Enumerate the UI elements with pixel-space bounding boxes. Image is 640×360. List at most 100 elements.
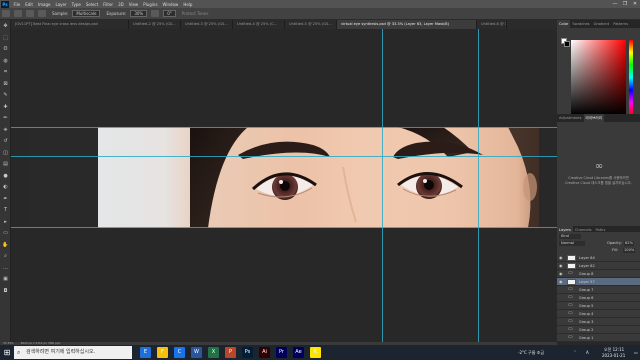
windows-start-icon[interactable]: ⊞ xyxy=(0,345,14,360)
layer-group-row[interactable]: ▭ Group 5 xyxy=(557,302,640,310)
sponge-mode-icon[interactable] xyxy=(38,10,46,17)
taskbar-search-input[interactable]: ⌕ 검색하려면 여기에 입력하십시오. xyxy=(14,346,132,359)
menu-help[interactable]: Help xyxy=(181,2,195,7)
premiere-icon[interactable]: Pr xyxy=(276,347,287,358)
guide-vertical-2[interactable] xyxy=(478,29,479,342)
tab-color[interactable]: Color xyxy=(557,20,571,28)
menu-plugins[interactable]: Plugins xyxy=(141,2,160,7)
gradient-icon[interactable]: ▤ xyxy=(2,161,9,168)
zoom-icon[interactable]: ⌕ xyxy=(2,253,9,260)
menu-window[interactable]: Window xyxy=(160,2,181,7)
tool-preset-icon[interactable] xyxy=(14,10,22,17)
brush-icon[interactable]: ✏ xyxy=(2,115,9,122)
weather-status[interactable]: -2°C 구름 조금 xyxy=(518,350,544,356)
menu-layer[interactable]: Layer xyxy=(53,2,69,7)
frame-icon[interactable]: ⊠ xyxy=(2,81,9,88)
guide-horizontal-1[interactable] xyxy=(11,127,557,128)
quickmask-icon[interactable]: ◘ xyxy=(2,288,9,295)
protect-tones-label[interactable]: Protect Tones xyxy=(182,11,209,16)
chrome-icon[interactable]: C xyxy=(174,347,185,358)
layer-group-row[interactable]: ▭ Group 6 xyxy=(557,294,640,302)
illustrator-icon[interactable]: Ai xyxy=(259,347,270,358)
canvas-area[interactable] xyxy=(11,29,557,342)
sample-select[interactable]: Multiscale xyxy=(72,10,101,17)
healing-icon[interactable]: ✚ xyxy=(2,104,9,111)
marquee-icon[interactable]: ⬚ xyxy=(2,35,9,42)
crop-icon[interactable]: ⌗ xyxy=(2,69,9,76)
eyedropper-icon[interactable]: ✎ xyxy=(2,92,9,99)
eraser-icon[interactable]: ◫ xyxy=(2,150,9,157)
word-icon[interactable]: W xyxy=(191,347,202,358)
layer-row[interactable]: ◉ Layer 64 xyxy=(557,254,640,262)
tab-untitled-4[interactable]: Untitled-4 @ 25% (C... xyxy=(233,20,285,29)
tray-chevron-icon[interactable]: ˄ xyxy=(574,350,576,355)
excel-icon[interactable]: X xyxy=(208,347,219,358)
tab-patterns[interactable]: Patterns xyxy=(611,20,630,28)
menu-view[interactable]: View xyxy=(126,2,141,7)
history-brush-icon[interactable]: ↺ xyxy=(2,138,9,145)
minimize-button[interactable]: — xyxy=(610,0,620,8)
visibility-eye-icon[interactable]: ◉ xyxy=(559,278,564,286)
move-icon[interactable]: ✥ xyxy=(2,23,9,30)
tab-untitled-2[interactable]: Untitled-2 @ 25% (GS... xyxy=(129,20,181,29)
layer-group-row[interactable]: ▭ Group 1 xyxy=(557,334,640,342)
tab-adjustments[interactable]: Adjustments xyxy=(557,114,584,122)
layer-group-row[interactable]: ▭ Group 7 xyxy=(557,286,640,294)
tab-eye-cross-lens[interactable]: [GV11PT] Best Final eye cross lens desig… xyxy=(11,20,129,29)
home-icon[interactable] xyxy=(2,10,10,17)
layer-filter-select[interactable]: Kind xyxy=(559,234,581,239)
layer-row[interactable]: ◉ Layer 57 xyxy=(557,278,640,286)
layer-row[interactable]: ◉ Layer 62 xyxy=(557,262,640,270)
color-field[interactable] xyxy=(571,40,626,115)
hand-icon[interactable]: ✋ xyxy=(2,242,9,249)
blend-mode-select[interactable]: Normal xyxy=(559,241,585,246)
visibility-eye-icon[interactable]: ◉ xyxy=(559,254,564,262)
notification-icon[interactable]: ▭ xyxy=(634,350,638,355)
swatch-icon[interactable]: ▣ xyxy=(2,276,9,283)
shape-icon[interactable]: ▭ xyxy=(2,230,9,237)
quick-select-icon[interactable]: ◍ xyxy=(2,58,9,65)
menu-image[interactable]: Image xyxy=(35,2,53,7)
tab-virtual-eye-synthesis[interactable]: virtual eye synthesis.psd @ 33.3% (Layer… xyxy=(337,20,477,29)
fill-input[interactable]: 100% xyxy=(623,248,636,253)
clock-date[interactable]: 2023-01-21 xyxy=(602,353,625,358)
close-button[interactable]: ✕ xyxy=(630,0,640,8)
angle-input[interactable]: 0° xyxy=(163,10,176,17)
dodge-icon[interactable]: ◐ xyxy=(2,184,9,191)
kakaotalk-icon[interactable]: K xyxy=(310,347,321,358)
menu-3d[interactable]: 3D xyxy=(116,2,127,7)
photoshop-icon[interactable]: Ps xyxy=(242,347,253,358)
tab-untitled-3[interactable]: Untitled-3 @ 25% (GS... xyxy=(181,20,233,29)
guide-horizontal-2[interactable] xyxy=(11,156,557,157)
guide-horizontal-3[interactable] xyxy=(11,227,557,228)
tab-swatches[interactable]: Swatches xyxy=(570,20,591,28)
file-explorer-icon[interactable]: F xyxy=(157,347,168,358)
blur-icon[interactable]: ● xyxy=(2,173,9,180)
layer-group-row[interactable]: ◉ ▭ Group 8 xyxy=(557,270,640,278)
tab-untitled-5[interactable]: Untitled-5 @ 25% (GS... xyxy=(285,20,337,29)
more-icon[interactable]: … xyxy=(2,265,9,272)
tab-libraries[interactable]: 라이브러리 xyxy=(583,114,605,122)
menu-type[interactable]: Type xyxy=(69,2,83,7)
edge-icon[interactable]: E xyxy=(140,347,151,358)
tab-untitled-6[interactable]: Untitled-6 @ 33... xyxy=(477,20,507,29)
opacity-input[interactable]: 62% xyxy=(624,241,634,246)
menu-edit[interactable]: Edit xyxy=(23,2,36,7)
restore-button[interactable]: ❐ xyxy=(620,0,630,8)
visibility-eye-icon[interactable]: ◉ xyxy=(559,270,564,278)
ime-indicator[interactable]: A xyxy=(586,350,589,355)
menu-file[interactable]: File xyxy=(11,2,23,7)
lasso-icon[interactable]: ʘ xyxy=(2,46,9,53)
menu-select[interactable]: Select xyxy=(83,2,100,7)
pen-icon[interactable]: ✒ xyxy=(2,196,9,203)
brush-size-icon[interactable] xyxy=(26,10,34,17)
hue-slider[interactable] xyxy=(629,40,633,115)
menu-filter[interactable]: Filter xyxy=(101,2,116,7)
layer-group-row[interactable]: ▭ Group 3 xyxy=(557,318,640,326)
type-icon[interactable]: T xyxy=(2,207,9,214)
eye-photo-layer[interactable] xyxy=(98,127,539,228)
stamp-icon[interactable]: ⎈ xyxy=(2,127,9,134)
powerpoint-icon[interactable]: P xyxy=(225,347,236,358)
guide-vertical-1[interactable] xyxy=(382,29,383,342)
visibility-eye-icon[interactable]: ◉ xyxy=(559,262,564,270)
